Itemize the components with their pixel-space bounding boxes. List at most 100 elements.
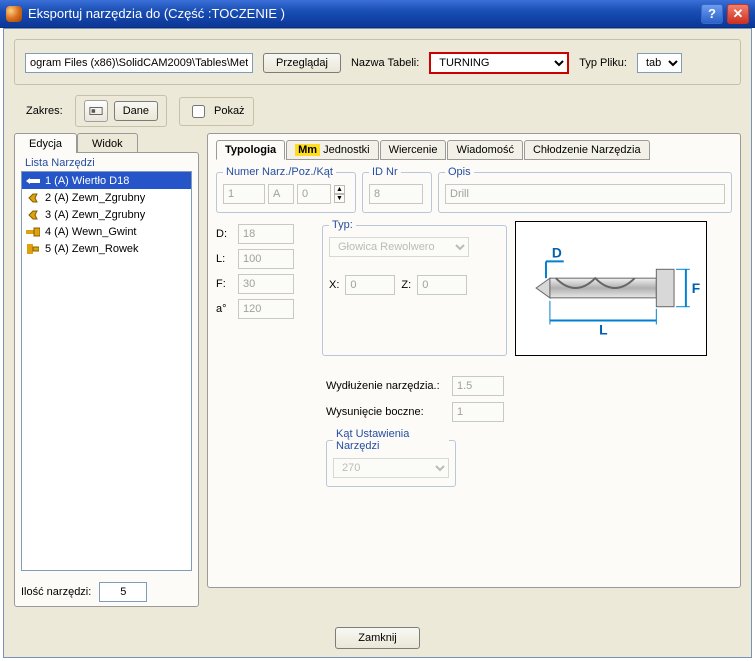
table-select[interactable]: TURNING — [429, 52, 569, 74]
mm-icon: Mm — [295, 144, 320, 156]
tool-row[interactable]: 2 (A) Zewn_Zgrubny — [22, 189, 191, 206]
tool-label: 1 (A) Wiertło D18 — [45, 175, 129, 187]
row-num-id-opis: Numer Narz./Poz./Kąt ▲ ▼ ID Nr — [216, 166, 732, 213]
close-button-footer[interactable]: Zamknij — [335, 627, 420, 649]
prop-tabs: Typologia MmJednostki Wiercenie Wiadomoś… — [216, 140, 732, 160]
title-buttons: ? ✕ — [701, 4, 749, 24]
spin-up-icon[interactable]: ▲ — [334, 185, 345, 194]
tab-jednostki[interactable]: MmJednostki — [286, 140, 378, 160]
lbl-F: F: — [216, 278, 232, 290]
tab-chlodzenie[interactable]: Chłodzenie Narzędzia — [524, 140, 650, 160]
typ-Z — [417, 275, 467, 295]
filetype-select[interactable]: tab — [637, 53, 682, 73]
left-tab-strip: Edycja Widok — [14, 133, 199, 153]
top-panel: Przeglądaj Nazwa Tabeli: TURNING Typ Pli… — [14, 39, 741, 85]
tool-preview: D L F — [515, 221, 707, 356]
legend-typ: Typ: — [329, 219, 356, 231]
dane-button[interactable]: Dane — [114, 101, 158, 121]
table-label: Nazwa Tabeli: — [351, 57, 419, 69]
close-button[interactable]: ✕ — [727, 4, 749, 24]
title-bar: Eksportuj narzędzia do (Część :TOCZENIE … — [0, 0, 755, 28]
pos-input — [268, 184, 294, 204]
scope-label: Zakres: — [26, 105, 63, 117]
idnr-input — [369, 184, 423, 204]
typ-select: Głowica Rewolwero — [329, 237, 469, 257]
fieldset-numernarz: Numer Narz./Poz./Kąt ▲ ▼ — [216, 166, 356, 213]
prop-panel: Typologia MmJednostki Wiercenie Wiadomoś… — [207, 133, 741, 588]
lbl-Z: Z: — [401, 279, 411, 291]
legend-numernarz: Numer Narz./Poz./Kąt — [223, 166, 336, 178]
tool-label: 3 (A) Zewn_Zgrubny — [45, 209, 145, 221]
tool-count-row: Ilość narzędzi: — [21, 582, 192, 602]
tab-typologia[interactable]: Typologia — [216, 140, 285, 160]
help-icon: ? — [708, 6, 716, 21]
legend-idnr: ID Nr — [369, 166, 401, 178]
fieldset-angle: Kąt Ustawienia Narzędzi 270 — [326, 428, 456, 487]
browse-button[interactable]: Przeglądaj — [263, 53, 341, 73]
range-icon — [89, 104, 103, 118]
window-title: Eksportuj narzędzia do (Część :TOCZENIE … — [28, 6, 701, 21]
window-body: Przeglądaj Nazwa Tabeli: TURNING Typ Pli… — [3, 28, 752, 658]
lbl-ext2: Wysunięcie boczne: — [326, 406, 444, 418]
scope-row: Zakres: Dane Pokaż — [26, 95, 741, 127]
lbl-L: L: — [216, 253, 232, 265]
tool-count-label: Ilość narzędzi: — [21, 586, 91, 598]
middle-grid: D: L: F: a° Typ: Głowica Rewolwero X: — [216, 219, 732, 356]
tab-wiadomosc[interactable]: Wiadomość — [447, 140, 522, 160]
legend-angle: Kąt Ustawienia Narzędzi — [333, 428, 449, 452]
svg-text:D: D — [552, 245, 562, 260]
ang-input — [297, 184, 331, 204]
tool-label: 5 (A) Zewn_Rowek — [45, 243, 139, 255]
spin-down-icon[interactable]: ▼ — [334, 194, 345, 203]
tool-list-frame: Lista Narzędzi 1 (A) Wiertło D18 2 (A) Ze… — [14, 152, 199, 607]
tool-icon — [26, 175, 40, 187]
fieldset-idnr: ID Nr — [362, 166, 432, 213]
tool-row[interactable]: 5 (A) Zewn_Rowek — [22, 240, 191, 257]
svg-text:L: L — [599, 322, 607, 337]
dimensions-column: D: L: F: a° — [216, 219, 314, 356]
tool-count-value[interactable] — [99, 582, 147, 602]
dim-D — [238, 224, 294, 244]
path-input[interactable] — [25, 53, 253, 73]
tool-label: 4 (A) Wewn_Gwint — [45, 226, 137, 238]
help-button[interactable]: ? — [701, 4, 723, 24]
fieldset-opis: Opis — [438, 166, 732, 213]
ext2-input — [452, 402, 504, 422]
tool-row[interactable]: 1 (A) Wiertło D18 — [22, 172, 191, 189]
tool-icon — [26, 226, 40, 238]
pokaz-label: Pokaż — [214, 105, 245, 117]
left-column: Edycja Widok Lista Narzędzi 1 (A) Wiertł… — [14, 127, 199, 607]
dim-a — [238, 299, 294, 319]
dim-F — [238, 274, 294, 294]
tab-widok[interactable]: Widok — [77, 133, 138, 153]
scope-toolbar-2: Pokaż — [179, 97, 254, 126]
angle-select: 270 — [333, 458, 449, 478]
pokaz-checkbox[interactable] — [192, 105, 205, 118]
fieldset-typ: Typ: Głowica Rewolwero X: Z: — [322, 219, 507, 356]
app-icon — [6, 6, 22, 22]
typ-X — [345, 275, 395, 295]
dim-L — [238, 249, 294, 269]
close-icon: ✕ — [733, 6, 744, 22]
footer-bar: Zamknij — [4, 627, 751, 649]
scope-toolbar-1: Dane — [75, 95, 167, 127]
tool-list-group-label: Lista Narzędzi — [15, 153, 198, 171]
lbl-X: X: — [329, 279, 339, 291]
ext1-input — [452, 376, 504, 396]
legend-opis: Opis — [445, 166, 474, 178]
tool-icon — [26, 243, 40, 255]
filetype-label: Typ Pliku: — [579, 57, 627, 69]
tool-row[interactable]: 3 (A) Zewn_Zgrubny — [22, 206, 191, 223]
lbl-D: D: — [216, 228, 232, 240]
tab-wiercenie[interactable]: Wiercenie — [380, 140, 447, 160]
tool-row[interactable]: 4 (A) Wewn_Gwint — [22, 223, 191, 240]
tool-label: 2 (A) Zewn_Zgrubny — [45, 192, 145, 204]
tool-list[interactable]: 1 (A) Wiertło D18 2 (A) Zewn_Zgrubny 3 (A)… — [21, 171, 192, 571]
tool-icon — [26, 209, 40, 221]
lbl-a: a° — [216, 303, 232, 315]
scope-range-icon-button[interactable] — [84, 100, 108, 122]
main-area: Edycja Widok Lista Narzędzi 1 (A) Wiertł… — [4, 127, 751, 617]
tab-edycja[interactable]: Edycja — [14, 133, 77, 153]
lbl-ext1: Wydłużenie narzędzia.: — [326, 380, 444, 392]
opis-input — [445, 184, 725, 204]
